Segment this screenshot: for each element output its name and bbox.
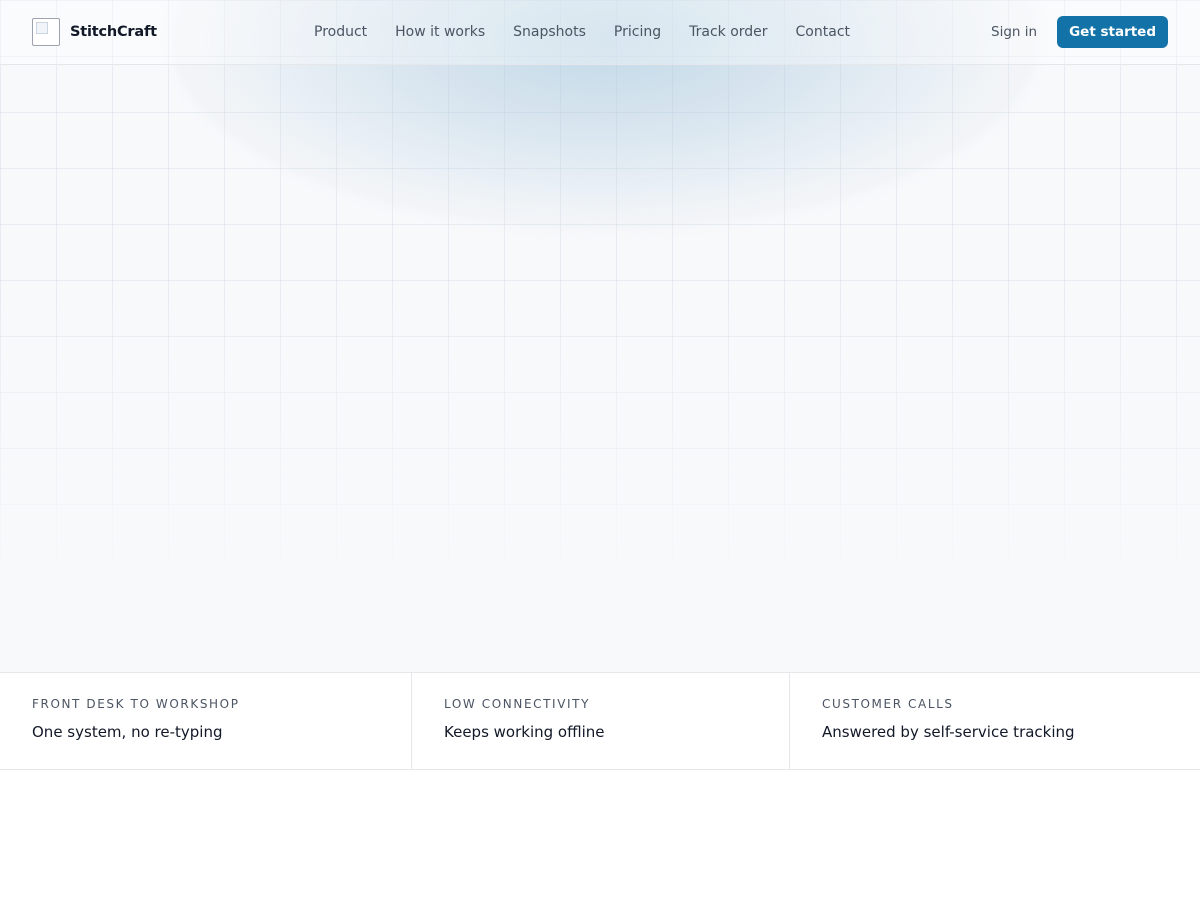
stats-strip: FRONT DESK TO WORKSHOP One system, no re… (0, 672, 1200, 770)
sign-in-link[interactable]: Sign in (991, 24, 1037, 40)
stat-item: FRONT DESK TO WORKSHOP One system, no re… (0, 673, 412, 769)
nav-link-track-order[interactable]: Track order (689, 24, 767, 40)
stat-label: LOW CONNECTIVITY (444, 697, 590, 711)
stat-item: CUSTOMER CALLS Answered by self-service … (790, 673, 1200, 769)
header-actions: Sign in Get started (991, 0, 1168, 64)
nav-link-snapshots[interactable]: Snapshots (513, 24, 586, 40)
stat-label: CUSTOMER CALLS (822, 697, 954, 711)
stat-label: FRONT DESK TO WORKSHOP (32, 697, 240, 711)
stat-value: One system, no re-typing (32, 723, 223, 741)
main-nav: Product How it works Snapshots Pricing T… (314, 0, 850, 64)
broken-image-icon (32, 18, 60, 46)
nav-link-contact[interactable]: Contact (796, 24, 850, 40)
hero-section (0, 0, 1200, 672)
stat-item: LOW CONNECTIVITY Keeps working offline (412, 673, 790, 769)
nav-link-product[interactable]: Product (314, 24, 367, 40)
nav-link-pricing[interactable]: Pricing (614, 24, 661, 40)
nav-link-how-it-works[interactable]: How it works (395, 24, 485, 40)
get-started-button[interactable]: Get started (1057, 16, 1168, 48)
stat-value: Answered by self-service tracking (822, 723, 1075, 741)
stat-value: Keeps working offline (444, 723, 605, 741)
site-header: StitchCraft Product How it works Snapsho… (0, 0, 1200, 65)
brand[interactable]: StitchCraft (32, 18, 292, 46)
landing-page: StitchCraft Product How it works Snapsho… (0, 0, 1200, 900)
brand-name: StitchCraft (70, 24, 157, 40)
